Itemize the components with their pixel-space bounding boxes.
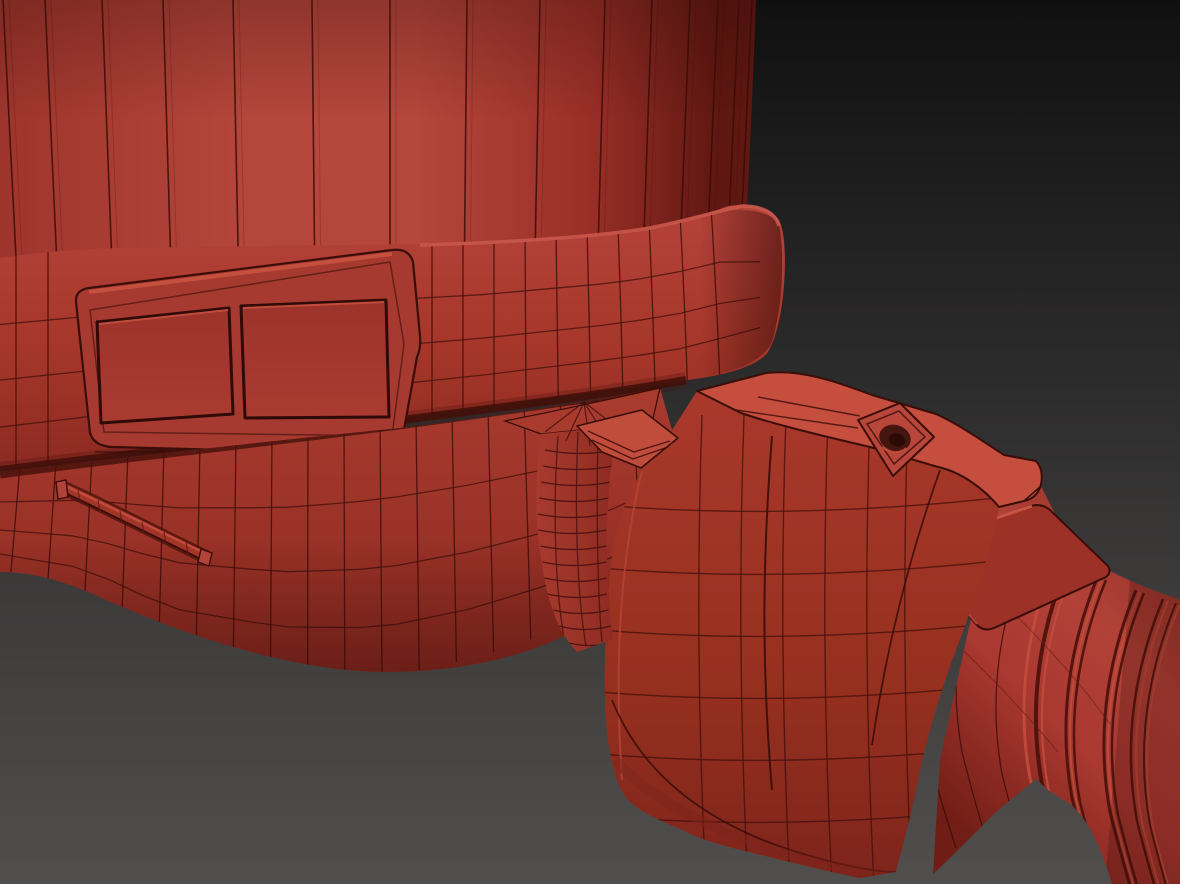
handle-left-cap [55,479,69,500]
nameplate-right-panel [239,298,391,420]
barrel-top-shading [0,0,756,120]
3d-viewport[interactable] [0,0,1180,884]
viewport-canvas[interactable] [0,0,1180,884]
nameplate-left-panel [95,306,235,425]
handle-right-cap [197,548,213,567]
